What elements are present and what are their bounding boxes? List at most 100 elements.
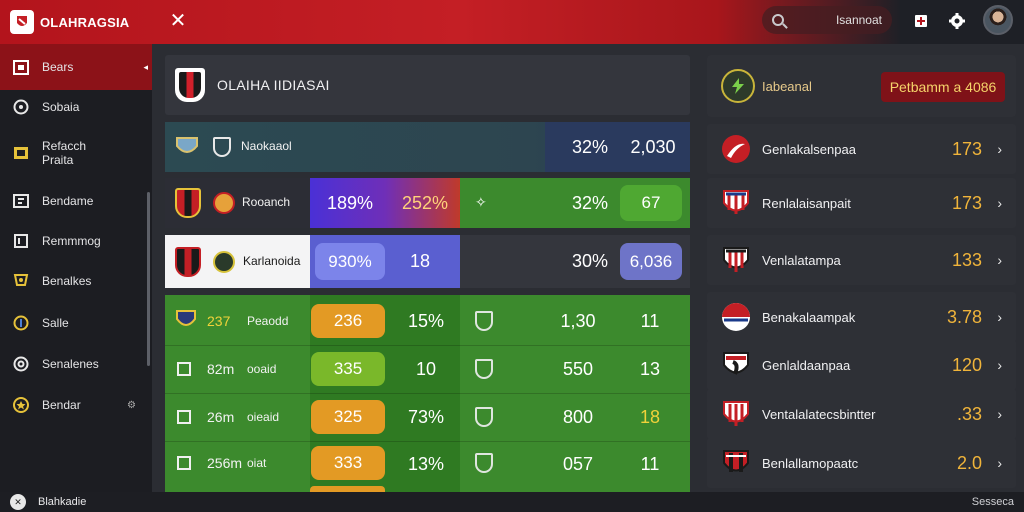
- team-badge-icon: [213, 192, 235, 214]
- club-name: Venlalatampa: [762, 252, 841, 268]
- sidebar-item-label: Salle: [42, 316, 69, 330]
- club-logo-icon: [723, 352, 749, 375]
- sidebar-item-bendar[interactable]: Bendar ⚙: [0, 382, 152, 428]
- sidebar-item-sobaia[interactable]: Sobaia: [0, 84, 152, 130]
- main-header: OLAIHA IIDIASAI: [165, 55, 690, 115]
- sidebar-item-senalenes[interactable]: Senalenes: [0, 341, 152, 387]
- row-stat-a: 189%: [326, 192, 374, 213]
- avatar[interactable]: [983, 5, 1013, 35]
- list-item[interactable]: Ventalalatecsbintter .33 ›: [707, 389, 1016, 439]
- chevron-right-icon[interactable]: ›: [997, 252, 1002, 268]
- list-item[interactable]: Venlalatampa 133 ›: [707, 235, 1016, 285]
- stat-value: 1,30: [560, 310, 596, 331]
- stat-a: 237: [207, 313, 231, 329]
- team-crest-icon: [175, 188, 201, 218]
- sidebar-item-benalkes[interactable]: Benalkes: [0, 258, 152, 304]
- chevron-right-icon[interactable]: ›: [997, 357, 1002, 373]
- table-row[interactable]: Rooanch 189% 252% ✧ 32% 67: [165, 178, 690, 228]
- folder-icon: [12, 144, 30, 162]
- brand-logo-icon: [10, 10, 34, 34]
- add-icon[interactable]: [910, 10, 932, 32]
- calendar-icon: [12, 58, 30, 76]
- brand[interactable]: OLAHRAGSIA: [0, 0, 152, 44]
- table-row[interactable]: 237 Peaodd 236 15% 1,30 11: [165, 297, 690, 345]
- right-panel-badge[interactable]: Petbamm a 4086: [881, 72, 1005, 102]
- stat-last: 18: [639, 407, 661, 427]
- search-value: Isannoat: [835, 13, 882, 27]
- club-crest-icon: [175, 68, 205, 102]
- stat-value: 057: [562, 453, 594, 474]
- sidebar-item-refacch[interactable]: Refacch Praita: [0, 130, 152, 176]
- shield-icon: [475, 311, 493, 331]
- chevron-right-icon[interactable]: ›: [997, 406, 1002, 422]
- chevron-right-icon[interactable]: ›: [997, 309, 1002, 325]
- bottom-right-label[interactable]: Sesseca: [972, 496, 1024, 508]
- sidebar-scrollbar[interactable]: [147, 192, 150, 366]
- stat-pct: 73%: [407, 407, 445, 427]
- sidebar-item-salle[interactable]: Salle: [0, 300, 152, 346]
- stat-value: 800: [562, 407, 594, 427]
- team-shield-icon: [176, 310, 196, 326]
- list-item[interactable]: Genlakalsenpaa 173 ›: [707, 124, 1016, 174]
- row-stat-b: 18: [409, 251, 431, 271]
- club-value: 173: [951, 192, 982, 213]
- list-item[interactable]: Benakalaampak 3.78 ›: [707, 292, 1016, 342]
- club-value: 133: [951, 249, 982, 270]
- settings-icon[interactable]: ⚙: [127, 400, 136, 411]
- bottom-bar: ✕ Blahkadie Sesseca: [0, 492, 1024, 512]
- stat-last: 13: [639, 359, 661, 379]
- team-crest-icon: [175, 247, 201, 277]
- sidebar-item-label: Bendame: [42, 194, 94, 208]
- stat-pill-partial: [310, 486, 385, 492]
- page-title: OLAIHA IIDIASAI: [217, 77, 330, 93]
- ball-icon: [12, 314, 30, 332]
- box-icon: [177, 362, 191, 376]
- club-name: Genlaldaanpaa: [762, 357, 851, 373]
- sidebar-item-label: Senalenes: [42, 357, 99, 371]
- row-stat-pct: 32%: [571, 192, 609, 213]
- stat-pct: 13%: [407, 453, 445, 474]
- sidebar-item-label: Sobaia: [42, 100, 80, 114]
- stat-b: oieaid: [247, 410, 280, 424]
- bottom-left-label: Blahkadie: [38, 496, 87, 508]
- stat-pct: 15%: [407, 310, 445, 331]
- chevron-right-icon[interactable]: ›: [997, 195, 1002, 211]
- bottom-left[interactable]: ✕ Blahkadie: [0, 494, 86, 510]
- club-name: Ventalalatecsbintter: [762, 406, 876, 422]
- team-shield-icon: [176, 137, 198, 153]
- club-value: 120: [951, 354, 982, 375]
- row-stat-pill: 930%: [315, 243, 385, 280]
- sidebar-item-label: Bears: [42, 60, 74, 74]
- search-input[interactable]: Isannoat: [762, 6, 892, 34]
- sparkle-icon: ✧: [475, 194, 487, 210]
- club-logo-icon: [723, 190, 749, 214]
- collapse-icon[interactable]: ◂: [143, 62, 148, 73]
- stat-b: ooaid: [247, 362, 277, 376]
- row-stat-value: 2,030: [630, 136, 676, 157]
- table-row[interactable]: Naokaaol 32% 2,030: [165, 122, 690, 172]
- club-value: 2.0: [956, 452, 982, 473]
- list-item[interactable]: Benlallamopaatc 2.0 ›: [707, 438, 1016, 488]
- chevron-right-icon[interactable]: ›: [997, 141, 1002, 157]
- club-name: Renlalaisanpait: [762, 195, 851, 211]
- stat-pill: 333: [311, 446, 385, 480]
- stat-last: 11: [640, 310, 660, 331]
- shield-icon: [475, 407, 493, 427]
- lightning-icon: [721, 69, 755, 103]
- chevron-right-icon[interactable]: ›: [997, 455, 1002, 471]
- brand-name: OLAHRAGSIA: [40, 14, 130, 30]
- sidebar-item-label: Benalkes: [42, 274, 92, 288]
- gear-icon[interactable]: [946, 10, 968, 32]
- list-item[interactable]: Renlalaisanpait 173 ›: [707, 178, 1016, 228]
- table-row[interactable]: 82m ooaid 335 10 550 13: [165, 346, 690, 393]
- table-row[interactable]: Karlanoida 930% 18 30% 6,036: [165, 235, 690, 288]
- box-icon: [177, 410, 191, 424]
- club-logo-icon: [723, 401, 749, 426]
- globe-icon: [12, 98, 30, 116]
- sidebar-item-label: Remmmog: [42, 234, 101, 248]
- list-item[interactable]: Genlaldaanpaa 120 ›: [707, 340, 1016, 390]
- close-icon[interactable]: ✕: [166, 9, 190, 33]
- table-row[interactable]: 26m oieaid 325 73% 800 18: [165, 394, 690, 441]
- club-logo-icon: [723, 247, 749, 272]
- table-row[interactable]: 256m oiat 333 13% 057 11: [165, 442, 690, 486]
